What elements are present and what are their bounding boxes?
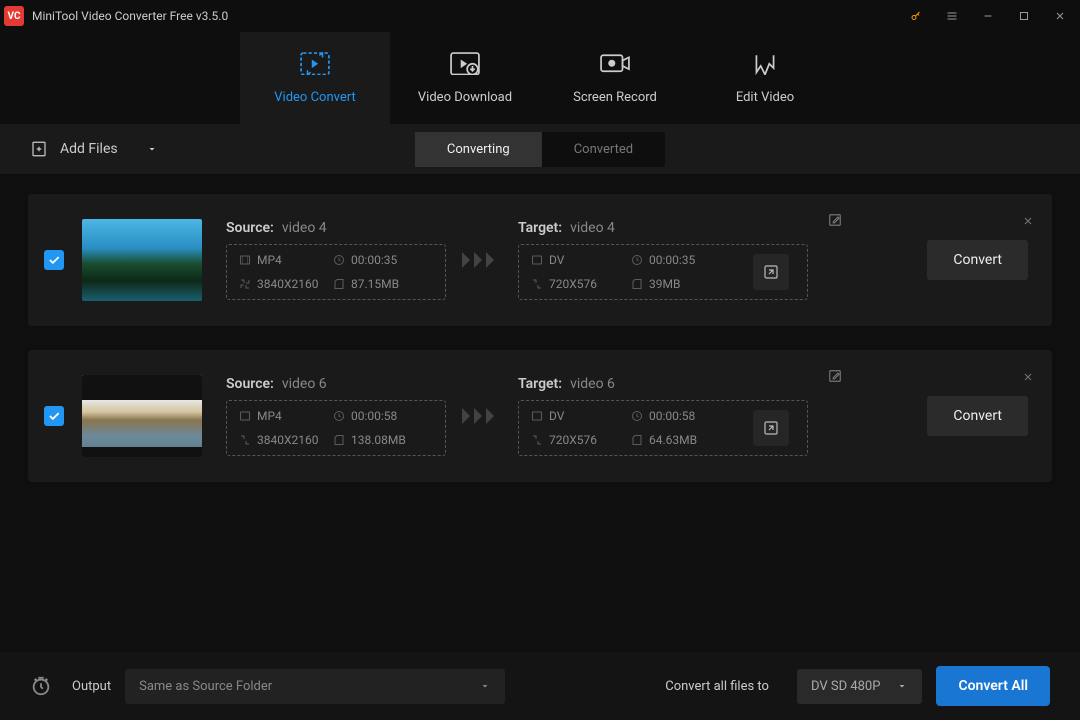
target-size: 39MB — [649, 277, 680, 291]
item-checkbox[interactable] — [44, 250, 64, 270]
target-duration: 00:00:58 — [649, 409, 695, 423]
toolbar: Add Files Converting Converted — [0, 124, 1080, 174]
maximize-button[interactable] — [1008, 2, 1040, 30]
source-name: video 6 — [282, 376, 327, 392]
source-size: 138.08MB — [351, 433, 406, 447]
source-name: video 4 — [282, 220, 327, 236]
video-thumbnail — [82, 375, 202, 457]
source-meta: Source: video 6 MP4 00:00:58 3840X2160 13… — [226, 376, 446, 456]
tab-video-download[interactable]: Video Download — [390, 32, 540, 124]
app-title: MiniTool Video Converter Free v3.5.0 — [32, 9, 900, 23]
add-files-label: Add Files — [60, 141, 118, 157]
footer: Output Same as Source Folder Convert all… — [0, 652, 1080, 720]
target-size: 64.63MB — [649, 433, 697, 447]
target-resolution: 720X576 — [549, 277, 597, 291]
target-name: video 6 — [570, 376, 615, 392]
menu-icon[interactable] — [936, 2, 968, 30]
chevron-down-icon — [896, 680, 908, 692]
add-files-button[interactable]: Add Files — [30, 140, 158, 158]
tab-label: Edit Video — [736, 90, 794, 105]
remove-item-button[interactable] — [1022, 368, 1034, 387]
convert-all-label: Convert all files to — [665, 679, 769, 694]
output-path-select[interactable]: Same as Source Folder — [125, 669, 505, 704]
source-size: 87.15MB — [351, 277, 399, 291]
tab-screen-record[interactable]: Screen Record — [540, 32, 690, 124]
edit-metadata-icon[interactable] — [828, 212, 842, 231]
edit-icon — [750, 52, 780, 76]
list-item: Source: video 6 MP4 00:00:58 3840X2160 13… — [28, 350, 1052, 482]
arrow-icon — [460, 250, 504, 270]
arrow-icon — [460, 406, 504, 426]
source-meta: Source: video 4 MP4 00:00:35 3840X2160 87… — [226, 220, 446, 300]
source-resolution: 3840X2160 — [257, 277, 318, 291]
target-label: Target: — [518, 376, 562, 392]
add-file-icon — [30, 140, 48, 158]
target-name: video 4 — [570, 220, 615, 236]
segment-converting[interactable]: Converting — [415, 132, 542, 167]
tab-video-convert[interactable]: Video Convert — [240, 32, 390, 124]
tab-label: Video Download — [418, 90, 512, 105]
clock-icon[interactable] — [30, 675, 52, 697]
source-duration: 00:00:58 — [351, 409, 397, 423]
target-duration: 00:00:35 — [649, 253, 695, 267]
tab-label: Screen Record — [573, 90, 657, 105]
edit-target-button[interactable] — [753, 410, 789, 446]
format-value: DV SD 480P — [811, 679, 881, 694]
target-label: Target: — [518, 220, 562, 236]
item-checkbox[interactable] — [44, 406, 64, 426]
source-resolution: 3840X2160 — [257, 433, 318, 447]
main-tabs: Video Convert Video Download Screen Reco… — [0, 32, 1080, 124]
minimize-button[interactable] — [972, 2, 1004, 30]
source-label: Source: — [226, 220, 274, 236]
file-list: Source: video 4 MP4 00:00:35 3840X2160 87… — [0, 174, 1080, 482]
download-icon — [450, 52, 480, 76]
target-format: DV — [549, 253, 564, 267]
edit-target-button[interactable] — [753, 254, 789, 290]
source-format: MP4 — [257, 409, 282, 423]
output-label: Output — [72, 679, 111, 694]
chevron-down-icon — [479, 680, 491, 692]
tab-label: Video Convert — [274, 90, 355, 105]
source-label: Source: — [226, 376, 274, 392]
convert-all-button[interactable]: Convert All — [936, 666, 1050, 706]
remove-item-button[interactable] — [1022, 212, 1034, 231]
target-meta: Target: video 4 DV 00:00:35 720X576 39MB — [518, 220, 808, 300]
status-segment: Converting Converted — [415, 132, 665, 167]
convert-button[interactable]: Convert — [927, 396, 1028, 436]
list-item: Source: video 4 MP4 00:00:35 3840X2160 87… — [28, 194, 1052, 326]
close-button[interactable] — [1044, 2, 1076, 30]
output-path-value: Same as Source Folder — [139, 679, 272, 694]
target-resolution: 720X576 — [549, 433, 597, 447]
format-select[interactable]: DV SD 480P — [797, 669, 923, 704]
video-thumbnail — [82, 219, 202, 301]
chevron-down-icon[interactable] — [146, 143, 158, 155]
edit-metadata-icon[interactable] — [828, 368, 842, 387]
record-icon — [600, 52, 630, 76]
source-duration: 00:00:35 — [351, 253, 397, 267]
tab-edit-video[interactable]: Edit Video — [690, 32, 840, 124]
convert-button[interactable]: Convert — [927, 240, 1028, 280]
target-meta: Target: video 6 DV 00:00:58 720X576 64.63… — [518, 376, 808, 456]
segment-converted[interactable]: Converted — [542, 132, 665, 167]
app-logo: VC — [4, 6, 24, 26]
source-format: MP4 — [257, 253, 282, 267]
convert-icon — [300, 52, 330, 76]
titlebar: VC MiniTool Video Converter Free v3.5.0 — [0, 0, 1080, 32]
target-format: DV — [549, 409, 564, 423]
key-icon[interactable] — [900, 2, 932, 30]
